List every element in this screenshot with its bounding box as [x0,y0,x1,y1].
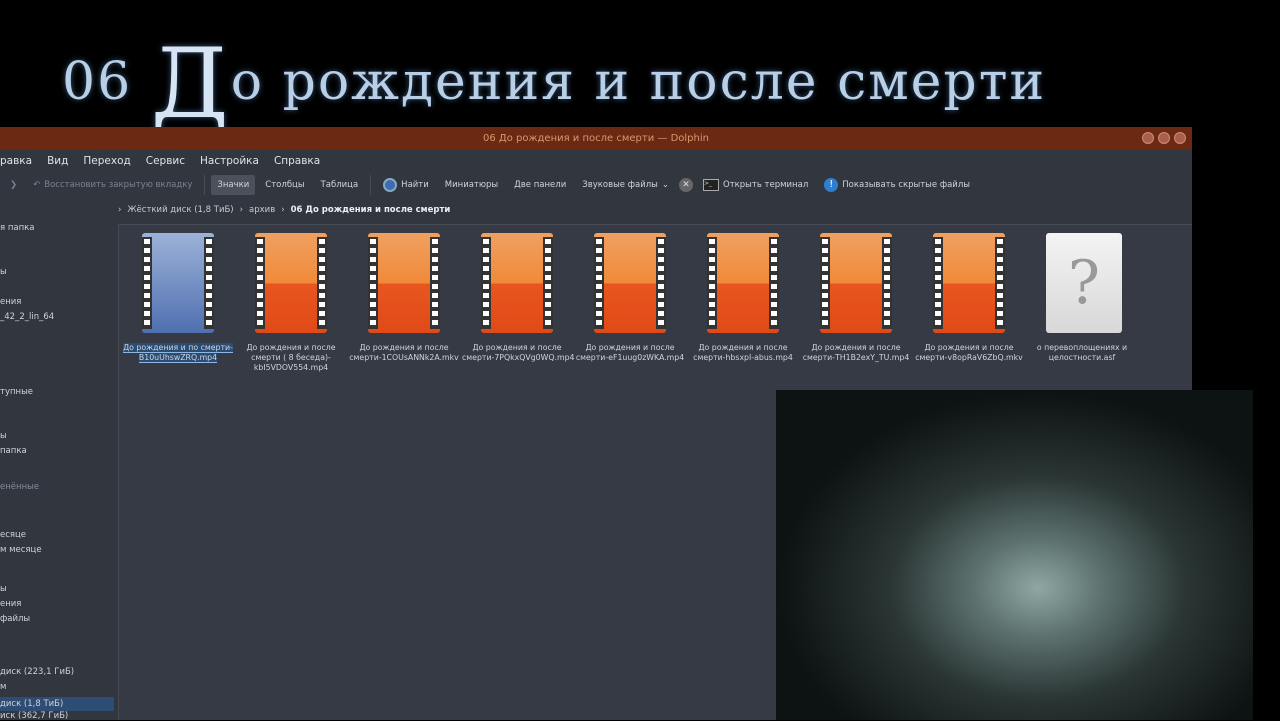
toolbar: ❯ ↶ Восстановить закрытую вкладку Значки … [0,171,1192,199]
video-file-icon [703,233,783,333]
video-file-icon [138,233,218,333]
columns-view-button[interactable]: Столбцы [259,175,310,195]
sidebar-item[interactable]: м [0,682,6,692]
icons-view-button[interactable]: Значки [211,175,256,195]
file-item[interactable]: ? о перевоплощениях и целостности.asf [1027,233,1137,363]
places-sidebar: я папка ы ения _42_2_lin_64 тупные ы папка енён… [0,223,116,721]
file-name: До рождения и после смерти-v8opRaV6ZbQ.m… [915,343,1023,362]
menu-help[interactable]: Справка [274,155,320,167]
sidebar-item[interactable]: файлы [0,614,30,624]
previews-button[interactable]: Миниатюры [439,175,504,195]
forward-button[interactable]: ❯ [4,175,23,195]
file-item[interactable]: До рождения и после смерти-eF1uug0zWKA.m… [575,233,685,363]
close-button[interactable] [1174,132,1186,144]
file-name: До рождения и после смерти-7PQkxQVg0WQ.m… [462,343,575,362]
minimize-button[interactable] [1142,132,1154,144]
webcam-video-overlay [776,390,1253,720]
title-bar[interactable]: 06 До рождения и после смерти — Dolphin [0,127,1192,150]
audio-files-button[interactable]: Звуковые файлы ⌄ [576,175,675,195]
split-button[interactable]: Две панели [508,175,572,195]
video-title-banner: 06 До рождения и после смерти [62,28,1047,140]
video-file-icon [929,233,1009,333]
menu-edit[interactable]: равка [0,155,32,167]
sidebar-item[interactable]: есяце [0,530,26,540]
close-icon[interactable]: ✕ [679,178,693,192]
sidebar-item[interactable]: ения [0,297,21,307]
menu-go[interactable]: Переход [83,155,130,167]
sidebar-item[interactable]: ы [0,431,7,441]
sidebar-item[interactable]: ы [0,584,7,594]
video-file-icon [364,233,444,333]
sidebar-item[interactable]: тупные [0,387,33,397]
restore-tab-button[interactable]: ↶ Восстановить закрытую вкладку [27,175,198,195]
menu-bar: равка Вид Переход Сервис Настройка Справ… [0,150,1192,171]
menu-tools[interactable]: Сервис [146,155,185,167]
info-icon: ! [824,178,839,192]
breadcrumb: › Жёсткий диск (1,8 ТиБ) › архив › 06 До ро… [118,205,451,215]
maximize-button[interactable] [1158,132,1170,144]
sidebar-item[interactable]: м месяце [0,545,42,555]
window-title: 06 До рождения и после смерти — Dolphin [483,133,709,144]
sidebar-item[interactable]: диск (1,8 ТиБ) [0,697,114,711]
unknown-file-icon: ? [1042,233,1122,333]
video-file-icon [251,233,331,333]
show-hidden-button[interactable]: ! Показывать скрытые файлы [818,173,976,197]
file-name: До рождения и после смерти-1COUsANNk2A.m… [349,343,459,362]
sidebar-item[interactable]: я папка [0,223,34,233]
sidebar-item[interactable]: ы [0,267,7,277]
file-item[interactable]: До рождения и по смерти-B10uUhswZRQ.mp4 [123,233,233,363]
open-terminal-button[interactable]: >_ Открыть терминал [697,174,814,196]
video-file-icon [477,233,557,333]
find-button[interactable]: Найти [377,173,435,197]
menu-view[interactable]: Вид [47,155,68,167]
breadcrumb-current[interactable]: 06 До рождения и после смерти [291,205,451,215]
menu-settings[interactable]: Настройка [200,155,259,167]
sidebar-item[interactable]: диск (223,1 ГиБ) [0,667,74,677]
file-item[interactable]: До рождения и после смерти-7PQkxQVg0WQ.m… [462,233,575,363]
file-item[interactable]: До рождения и после смерти-v8opRaV6ZbQ.m… [914,233,1024,363]
video-file-icon [816,233,896,333]
sidebar-item[interactable]: енённые [0,482,39,492]
file-name: До рождения и после смерти-eF1uug0zWKA.m… [575,343,685,362]
file-name: До рождения и после смерти-TH1B2exY_TU.m… [802,343,910,362]
undo-arrow-icon: ↶ [33,180,41,190]
file-name: До рождения и по смерти-B10uUhswZRQ.mp4 [123,343,233,363]
video-file-icon [590,233,670,333]
chevron-down-icon: ⌄ [661,180,669,190]
details-view-button[interactable]: Таблица [315,175,365,195]
file-item[interactable]: До рождения и после смерти ( 8 беседа)-k… [236,233,346,373]
sidebar-item[interactable]: ения [0,599,21,609]
file-name: До рождения и после смерти-hbsxpI-abus.m… [693,343,793,362]
file-name: о перевоплощениях и целостности.asf [1036,343,1128,362]
file-item[interactable]: До рождения и после смерти-1COUsANNk2A.m… [349,233,459,363]
file-item[interactable]: До рождения и после смерти-hbsxpI-abus.m… [688,233,798,363]
sidebar-item[interactable]: _42_2_lin_64 [0,312,54,322]
search-icon [383,178,398,192]
file-name: До рождения и после смерти ( 8 беседа)-k… [246,343,336,372]
breadcrumb-archive[interactable]: архив [249,205,275,215]
file-item[interactable]: До рождения и после смерти-TH1B2exY_TU.m… [801,233,911,363]
sidebar-item[interactable]: папка [0,446,27,456]
terminal-icon: >_ [703,179,719,191]
breadcrumb-disk[interactable]: Жёсткий диск (1,8 ТиБ) [127,205,233,215]
